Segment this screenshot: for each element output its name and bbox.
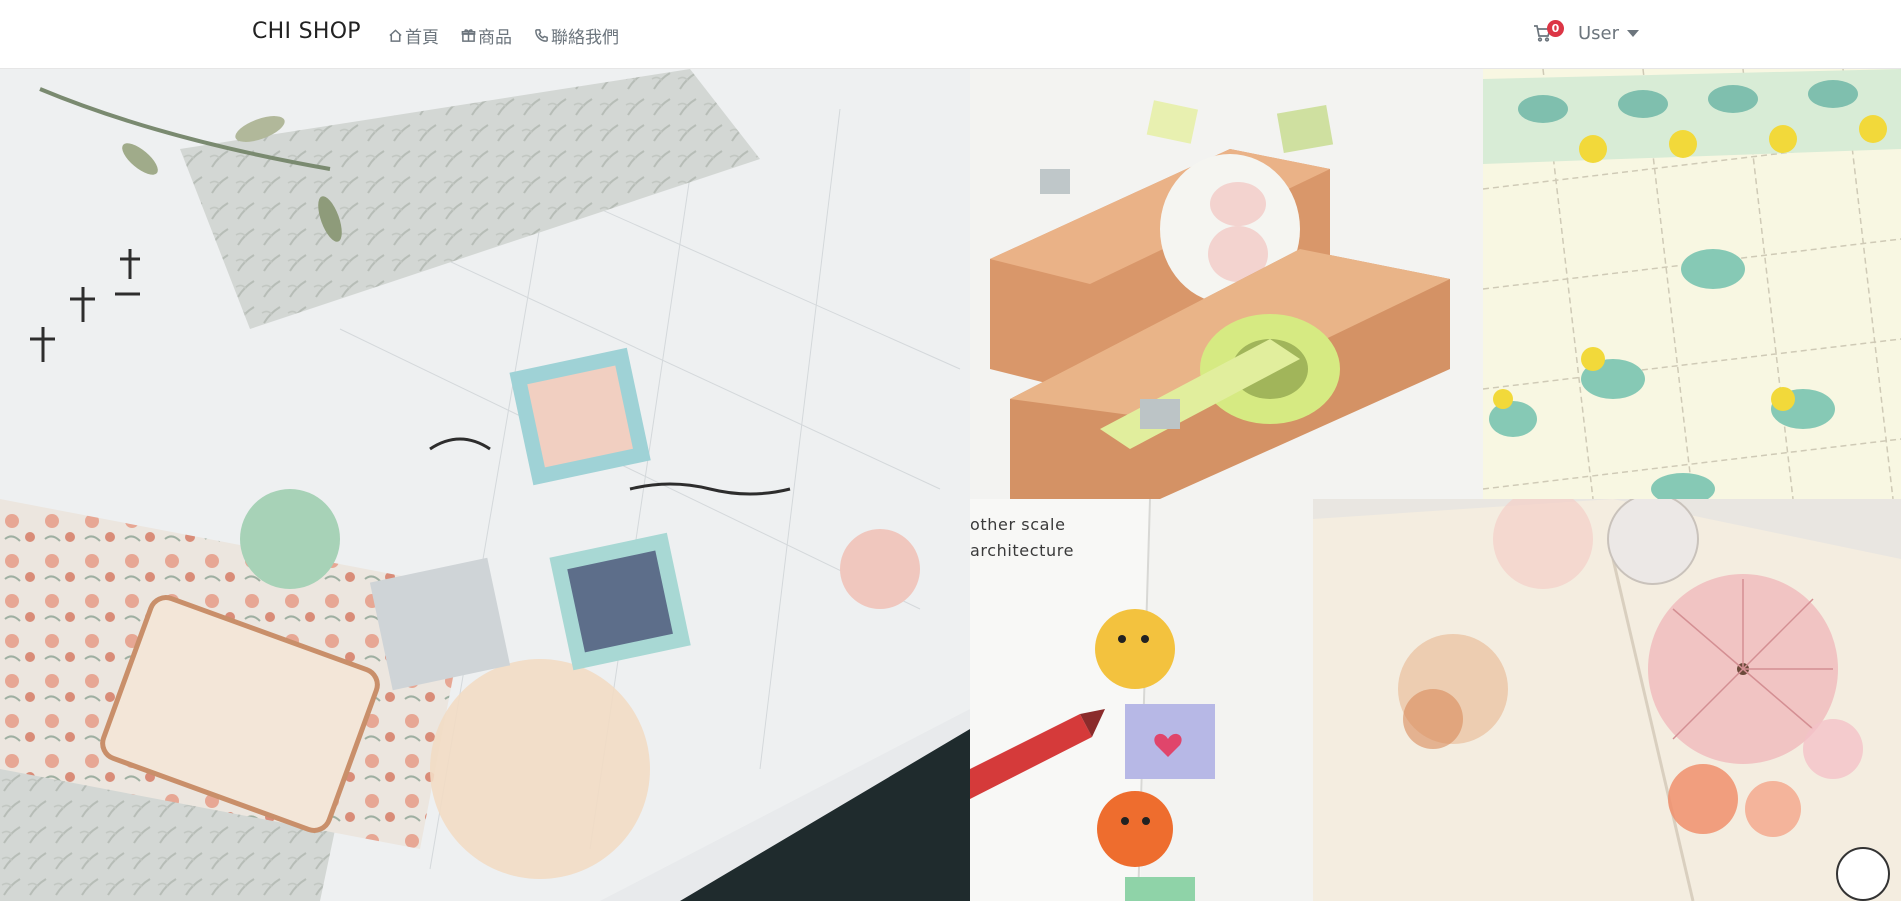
nav-home-link[interactable]: 首頁 [388,23,439,48]
cart-count-badge: 0 [1547,20,1564,37]
nav-products-link[interactable]: 商品 [461,23,512,48]
user-dropdown[interactable]: User [1578,23,1640,44]
photo-washi-calendar [1483,69,1901,499]
photo-floral-journal [1313,499,1901,901]
nav-home-label: 首頁 [405,28,439,48]
nav-contact-link[interactable]: 聯絡我們 [534,23,619,48]
hero-image-grid: other scale architecture [0,69,1901,901]
top-navbar: CHI SHOP 首頁 商品 聯絡我們 0 User [0,0,1901,69]
photo-stickers-marker: other scale architecture [970,499,1313,901]
photo-caption-line-1: other scale [970,515,1066,534]
gift-icon [461,29,476,42]
nav-contact-label: 聯絡我們 [551,28,619,48]
phone-icon [535,29,548,42]
chevron-down-icon [1627,30,1640,37]
main-nav: 首頁 商品 聯絡我們 [388,23,619,48]
brand-logo[interactable]: CHI SHOP [252,19,361,44]
photo-caption-line-2: architecture [970,541,1075,560]
user-label: User [1578,23,1620,44]
nav-products-label: 商品 [478,28,512,48]
home-icon [389,29,402,42]
photo-planner-washi [0,69,970,901]
photo-tape-dispensers [970,69,1483,499]
cart-button[interactable]: 0 [1533,20,1564,46]
